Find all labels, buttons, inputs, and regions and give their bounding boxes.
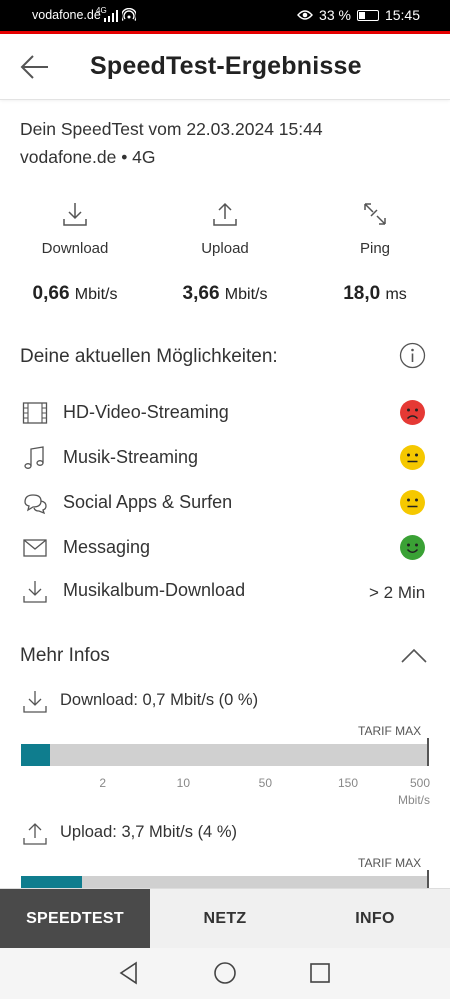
music-note-icon <box>24 446 44 469</box>
download-icon <box>23 581 47 603</box>
hotspot-icon <box>122 8 136 21</box>
upload-icon <box>213 202 237 226</box>
system-nav-bar <box>0 948 450 999</box>
more-info-title: Mehr Infos <box>20 645 110 666</box>
nav-recents-icon[interactable] <box>307 960 333 986</box>
neutral-face-icon <box>400 445 425 470</box>
eye-icon <box>297 10 313 20</box>
upload-value: 3,66 <box>182 283 220 304</box>
film-icon <box>22 402 48 424</box>
capability-label: Musikalbum-Download <box>63 580 246 600</box>
chevron-up-icon[interactable] <box>400 646 428 664</box>
upload-bar-fill <box>21 876 83 888</box>
metric-label: Ping <box>359 240 391 257</box>
clock: 15:45 <box>384 7 420 23</box>
ping-value: 18,0 <box>343 283 381 304</box>
download-bar <box>21 738 429 766</box>
capabilities-title: Deine aktuellen Möglichkeiten: <box>20 346 278 367</box>
scale-tick: 500 <box>409 776 430 790</box>
download-bar-fill <box>21 744 50 766</box>
download-unit: Mbit/s <box>74 286 118 303</box>
capability-label: Social Apps & Surfen <box>63 492 233 512</box>
scale-tick: 150 <box>337 776 358 790</box>
download-icon <box>23 691 47 713</box>
signal-icon <box>104 10 118 22</box>
metric-value: 0,66 Mbit/s <box>5 283 145 305</box>
metric-value: 3,66 Mbit/s <box>155 283 295 305</box>
tarif-max-label: TARIF MAX <box>358 724 422 738</box>
test-network: vodafone.de • 4G <box>20 147 156 167</box>
tab-info[interactable]: INFO <box>300 889 450 949</box>
metric-label: Upload <box>201 240 249 257</box>
envelope-icon <box>23 539 47 557</box>
test-date: Dein SpeedTest vom 22.03.2024 15:44 <box>20 119 323 139</box>
ping-icon <box>364 203 386 225</box>
upload-icon <box>23 823 47 845</box>
upload-unit: Mbit/s <box>224 286 268 303</box>
ping-unit: ms <box>385 286 407 303</box>
download-value: 0,66 <box>32 283 70 304</box>
happy-face-icon <box>400 535 425 560</box>
capability-label: HD-Video-Streaming <box>63 402 229 422</box>
capability-label: Musik-Streaming <box>63 447 199 467</box>
battery-icon <box>356 9 379 21</box>
download-icon <box>63 203 87 226</box>
battery-percent: 33 % <box>319 7 351 23</box>
tab-speedtest[interactable]: SPEEDTEST <box>0 889 150 949</box>
sad-face-icon <box>400 400 425 425</box>
scale-tick: 2 <box>99 776 106 790</box>
scale-unit: Mbit/s <box>397 793 430 807</box>
tab-netz[interactable]: NETZ <box>150 889 300 949</box>
tarif-max-label: TARIF MAX <box>358 856 422 870</box>
status-bar: vodafone.de 4G 33 % 15:45 <box>0 0 450 31</box>
scale-tick: 50 <box>258 776 272 790</box>
page-title: SpeedTest-Ergebnisse <box>90 52 362 80</box>
neutral-face-icon <box>400 490 425 515</box>
carrier-name: vodafone.de <box>32 8 101 22</box>
metric-label: Download <box>41 240 109 257</box>
scale-tick: 10 <box>176 776 190 790</box>
back-arrow-icon[interactable] <box>18 50 52 84</box>
capability-label: Messaging <box>63 537 151 557</box>
chat-bubbles-icon <box>24 494 47 515</box>
download-detail-label: Download: 0,7 Mbit/s (0 %) <box>60 691 259 709</box>
tarif-max-marker <box>427 738 429 766</box>
metric-value: 18,0 ms <box>305 283 445 305</box>
upload-detail-label: Upload: 3,7 Mbit/s (4 %) <box>60 823 237 841</box>
capability-value: > 2 Min <box>369 583 426 602</box>
nav-back-icon[interactable] <box>116 960 142 986</box>
app-header: SpeedTest-Ergebnisse <box>0 34 450 100</box>
upload-bar <box>21 870 429 898</box>
info-icon[interactable] <box>399 342 426 369</box>
nav-home-icon[interactable] <box>212 960 238 986</box>
bottom-tab-bar: SPEEDTEST NETZ INFO <box>0 888 450 949</box>
